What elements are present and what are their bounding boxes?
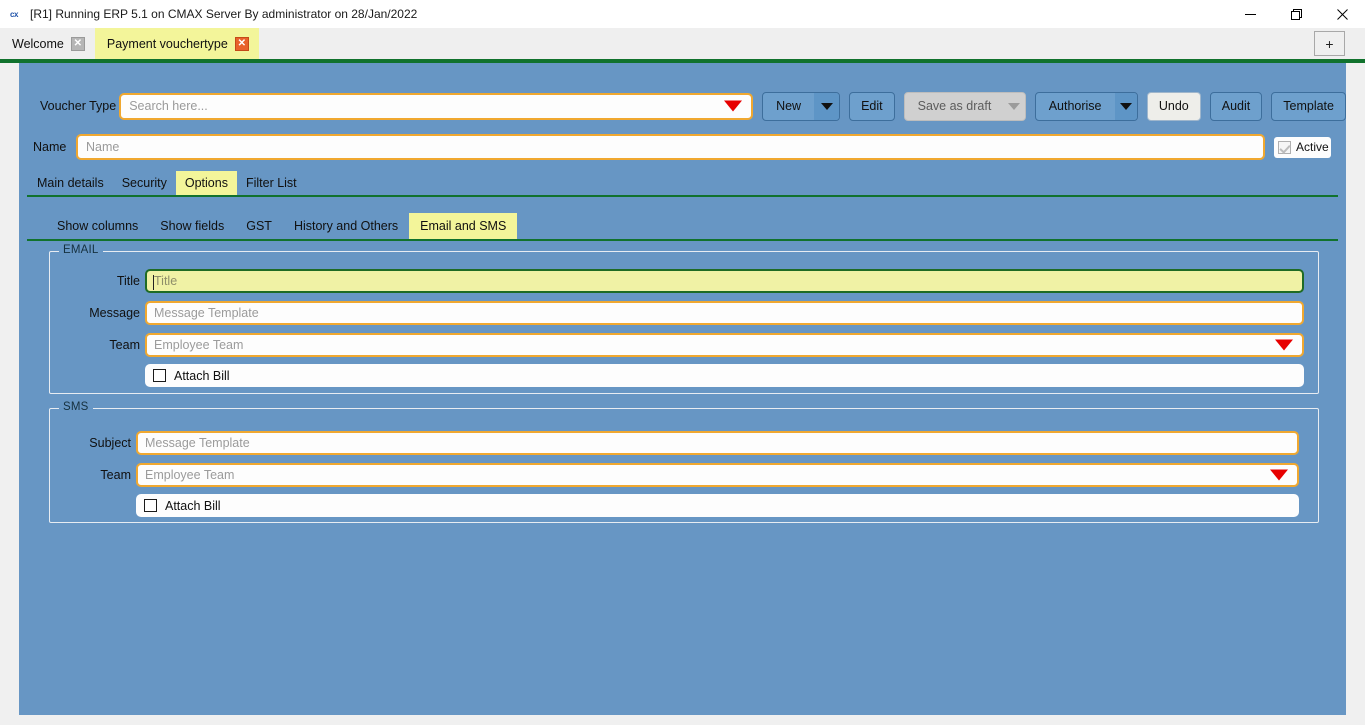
sms-group-legend: SMS (59, 401, 93, 413)
undo-button[interactable]: Undo (1147, 92, 1201, 121)
email-title-placeholder: Title (154, 274, 177, 288)
email-title-label: Title (50, 274, 140, 288)
main-tab-bar: Main details Security Options Filter Lis… (19, 171, 1346, 195)
email-team-input[interactable]: Employee Team (145, 333, 1304, 357)
email-team-placeholder: Employee Team (154, 338, 243, 352)
tab-welcome-close-icon[interactable]: ✕ (71, 37, 85, 51)
tab-welcome[interactable]: Welcome ✕ (0, 28, 95, 59)
tab-payment-vouchertype[interactable]: Payment vouchertype ✕ (95, 28, 259, 59)
tab-payment-vouchertype-close-icon[interactable]: ✕ (235, 37, 249, 51)
tab-filter-list[interactable]: Filter List (237, 171, 306, 195)
sms-attach-bill-row[interactable]: Attach Bill (136, 494, 1299, 517)
sms-team-chevron-down-icon[interactable] (1270, 470, 1288, 481)
authorise-button[interactable]: Authorise (1035, 92, 1138, 121)
sms-team-label: Team (50, 468, 131, 482)
name-input[interactable]: Name (76, 134, 1265, 160)
tab-gst[interactable]: GST (235, 213, 283, 239)
sms-team-input[interactable]: Employee Team (136, 463, 1299, 487)
active-checkbox-row[interactable]: Active (1274, 137, 1331, 158)
email-message-label: Message (50, 306, 140, 320)
maximize-icon[interactable] (1273, 0, 1319, 28)
app-icon: cx (6, 6, 22, 22)
sms-subject-row: Subject Message Template (50, 431, 1299, 455)
save-as-draft-button[interactable]: Save as draft (904, 92, 1026, 121)
minimize-icon[interactable] (1227, 0, 1273, 28)
text-cursor-icon (153, 275, 154, 290)
email-attach-bill-label: Attach Bill (174, 369, 230, 383)
email-attach-bill-checkbox[interactable] (153, 369, 166, 382)
tab-options[interactable]: Options (176, 171, 237, 195)
name-label: Name (33, 140, 73, 154)
authorise-button-chevron-down-icon[interactable] (1115, 93, 1137, 120)
email-title-input[interactable]: Title (145, 269, 1304, 293)
workspace: Voucher Type Search here... New Edit Sav… (19, 63, 1346, 715)
email-team-row: Team Employee Team (50, 333, 1304, 357)
email-message-placeholder: Message Template (154, 306, 259, 320)
main-tab-divider (27, 195, 1338, 197)
tab-welcome-label: Welcome (12, 37, 64, 51)
new-button[interactable]: New (762, 92, 840, 121)
sms-subject-input[interactable]: Message Template (136, 431, 1299, 455)
save-as-draft-chevron-down-icon[interactable] (1004, 93, 1024, 120)
authorise-button-label: Authorise (1036, 93, 1115, 120)
tab-email-and-sms[interactable]: Email and SMS (409, 213, 517, 239)
tab-security[interactable]: Security (113, 171, 176, 195)
email-title-row: Title Title (50, 269, 1304, 293)
voucher-type-label: Voucher Type (40, 99, 116, 113)
tab-payment-vouchertype-label: Payment vouchertype (107, 37, 228, 51)
tab-show-columns[interactable]: Show columns (46, 213, 149, 239)
save-as-draft-button-label: Save as draft (905, 93, 1005, 120)
sms-attach-bill-checkbox[interactable] (144, 499, 157, 512)
edit-button[interactable]: Edit (849, 92, 895, 121)
tab-history-and-others[interactable]: History and Others (283, 213, 409, 239)
sms-team-placeholder: Employee Team (145, 468, 234, 482)
window-frame: Voucher Type Search here... New Edit Sav… (0, 63, 1365, 725)
sms-subject-label: Subject (50, 436, 131, 450)
sms-group-box: SMS Subject Message Template Team Employ… (49, 408, 1319, 523)
voucher-type-search-placeholder: Search here... (129, 99, 208, 113)
sub-tab-divider (27, 239, 1338, 241)
new-button-label: New (763, 93, 814, 120)
active-checkbox (1278, 141, 1291, 154)
voucher-type-search-input[interactable]: Search here... (119, 93, 753, 120)
email-message-input[interactable]: Message Template (145, 301, 1304, 325)
sms-subject-placeholder: Message Template (145, 436, 250, 450)
window-controls (1227, 0, 1365, 28)
email-group-box: EMAIL Title Title Message Message Templa… (49, 251, 1319, 394)
audit-button[interactable]: Audit (1210, 92, 1263, 121)
active-checkbox-label: Active (1296, 140, 1329, 154)
sms-attach-bill-label: Attach Bill (165, 499, 221, 513)
tab-show-fields[interactable]: Show fields (149, 213, 235, 239)
chevron-down-icon[interactable] (724, 101, 742, 112)
voucher-type-row: Voucher Type Search here... New Edit Sav… (19, 91, 1346, 121)
email-group-legend: EMAIL (59, 244, 103, 256)
close-icon[interactable] (1319, 0, 1365, 28)
sms-team-row: Team Employee Team (50, 463, 1299, 487)
window-title: [R1] Running ERP 5.1 on CMAX Server By a… (30, 7, 417, 21)
email-team-chevron-down-icon[interactable] (1275, 340, 1293, 351)
window-title-bar: cx [R1] Running ERP 5.1 on CMAX Server B… (0, 0, 1365, 28)
document-tab-strip: Welcome ✕ Payment vouchertype ✕ + (0, 28, 1365, 59)
sub-tab-bar: Show columns Show fields GST History and… (19, 213, 1346, 239)
template-button[interactable]: Template (1271, 92, 1346, 121)
add-tab-button[interactable]: + (1314, 31, 1345, 56)
name-row: Name Name Active (19, 133, 1346, 161)
tab-main-details[interactable]: Main details (28, 171, 113, 195)
email-message-row: Message Message Template (50, 301, 1304, 325)
new-button-chevron-down-icon[interactable] (814, 93, 839, 120)
email-attach-bill-row[interactable]: Attach Bill (145, 364, 1304, 387)
email-team-label: Team (50, 338, 140, 352)
name-placeholder: Name (86, 140, 119, 154)
